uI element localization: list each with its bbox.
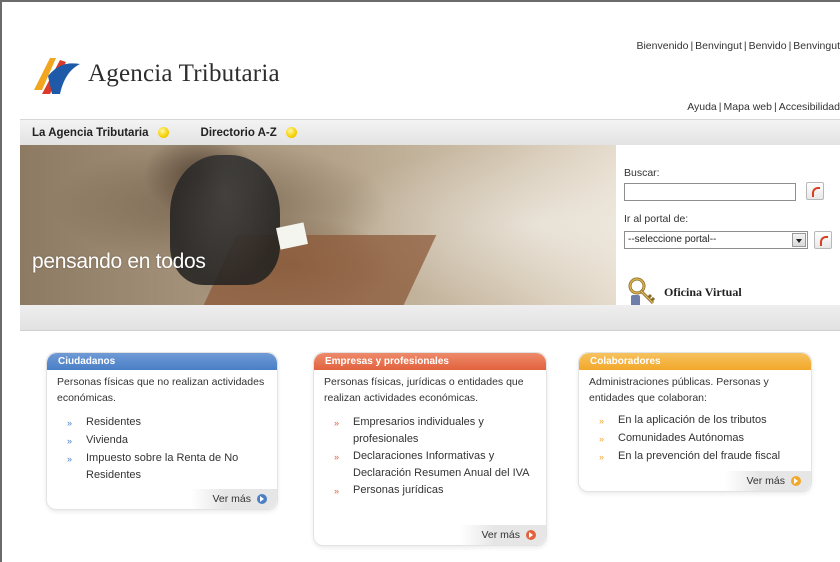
separator: | bbox=[743, 40, 747, 52]
list-item[interactable]: » En la aplicación de los tributos bbox=[595, 412, 803, 430]
list-item-label: Declaraciones Informativas y Declaración… bbox=[353, 450, 530, 479]
ver-mas-link[interactable]: Ver más bbox=[481, 529, 536, 541]
nav-item-directorio[interactable]: Directorio A-Z bbox=[201, 127, 297, 139]
ver-mas-label: Ver más bbox=[746, 475, 785, 487]
card-description: Personas físicas que no realizan activid… bbox=[57, 376, 265, 404]
card-list: » Empresarios individuales y profesionale… bbox=[314, 406, 546, 500]
card-empresas: Empresas y profesionales Personas física… bbox=[313, 352, 547, 546]
chevron-right-icon: » bbox=[67, 418, 73, 428]
card-list: » En la aplicación de los tributos » Comun… bbox=[579, 406, 811, 466]
list-item-label: En la prevención del fraude fiscal bbox=[618, 450, 781, 462]
list-item[interactable]: » Empresarios individuales y profesionale… bbox=[330, 414, 538, 448]
chevron-right-icon: » bbox=[334, 418, 340, 428]
mapa-web-link[interactable]: Mapa web bbox=[724, 101, 772, 113]
list-item[interactable]: » Comunidades Autónomas bbox=[595, 430, 803, 448]
keys-icon bbox=[626, 275, 660, 309]
sidebar: Buscar: Ir al portal de: --seleccione po… bbox=[616, 145, 840, 320]
lang-link-es[interactable]: Bienvenido bbox=[636, 40, 688, 52]
chevron-right-icon: » bbox=[67, 436, 73, 446]
dropdown-arrow-icon bbox=[792, 233, 806, 247]
arrow-circle-icon bbox=[257, 494, 267, 504]
chevron-right-icon: » bbox=[599, 416, 605, 426]
list-item[interactable]: » Vivienda bbox=[63, 432, 269, 450]
lang-link-gl[interactable]: Benvido bbox=[749, 40, 787, 52]
accesibilidad-link[interactable]: Accesibilidad bbox=[779, 101, 840, 113]
separator: | bbox=[773, 101, 777, 113]
card-colaboradores: Colaboradores Administraciones públicas.… bbox=[578, 352, 812, 492]
list-item-label: Empresarios individuales y profesionales bbox=[353, 416, 484, 445]
list-item-label: Residentes bbox=[86, 416, 142, 428]
card-ciudadanos: Ciudadanos Personas físicas que no reali… bbox=[46, 352, 278, 510]
nav-item-label: La Agencia Tributaria bbox=[32, 126, 149, 139]
yellow-dot-icon bbox=[157, 127, 169, 138]
card-title[interactable]: Empresas y profesionales bbox=[314, 353, 546, 370]
divider-bar bbox=[20, 305, 840, 331]
card-list: » Residentes » Vivienda » Impuesto sobre la… bbox=[47, 406, 277, 484]
list-item-label: Comunidades Autónomas bbox=[618, 432, 744, 444]
list-item-label: Vivienda bbox=[86, 434, 128, 446]
chevron-right-icon: » bbox=[599, 452, 605, 462]
ver-mas-link[interactable]: Ver más bbox=[212, 493, 267, 505]
nav-item-label: Directorio A-Z bbox=[200, 126, 277, 139]
list-item-label: Impuesto sobre la Renta de No Residentes bbox=[86, 452, 239, 481]
lang-link-ca[interactable]: Benvingut bbox=[695, 40, 742, 52]
ayuda-link[interactable]: Ayuda bbox=[687, 101, 717, 113]
separator: | bbox=[718, 101, 722, 113]
portal-label: Ir al portal de: bbox=[624, 213, 689, 225]
card-description: Administraciones públicas. Personas y en… bbox=[589, 376, 769, 404]
utility-links: Ayuda | Mapa web | Accesibilidad bbox=[687, 101, 840, 113]
ver-mas-link[interactable]: Ver más bbox=[746, 475, 801, 487]
card-title[interactable]: Ciudadanos bbox=[47, 353, 277, 370]
card-title[interactable]: Colaboradores bbox=[579, 353, 811, 370]
yellow-dot-icon bbox=[285, 127, 297, 138]
main-nav: La Agencia Tributaria Directorio A-Z bbox=[20, 119, 840, 145]
oficina-virtual-label: Oficina Virtual bbox=[664, 284, 742, 299]
chevron-right-icon: » bbox=[334, 452, 340, 462]
list-item[interactable]: » Declaraciones Informativas y Declaració… bbox=[330, 448, 538, 482]
site-logo[interactable]: Agencia Tributaria bbox=[30, 50, 280, 98]
ver-mas-label: Ver más bbox=[481, 529, 520, 541]
lang-link-va[interactable]: Benvingut bbox=[793, 40, 840, 52]
nav-item-agencia[interactable]: La Agencia Tributaria bbox=[32, 127, 169, 139]
logo-text: Agencia Tributaria bbox=[88, 60, 280, 87]
agencia-logo-icon bbox=[30, 50, 82, 98]
list-item-label: En la aplicación de los tributos bbox=[618, 414, 767, 426]
list-item[interactable]: » En la prevención del fraude fiscal bbox=[595, 448, 803, 466]
oficina-virtual-link[interactable]: Oficina Virtual bbox=[626, 275, 742, 309]
arrow-circle-icon bbox=[791, 476, 801, 486]
search-go-button[interactable] bbox=[806, 182, 824, 200]
portal-select-value: --seleccione portal-- bbox=[628, 234, 717, 245]
hero-caption: pensando en todos bbox=[32, 250, 206, 273]
card-description: Personas físicas, jurídicas o entidades … bbox=[324, 376, 524, 404]
search-input[interactable] bbox=[624, 183, 796, 201]
chevron-right-icon: » bbox=[599, 434, 605, 444]
ver-mas-label: Ver más bbox=[212, 493, 251, 505]
chevron-right-icon: » bbox=[67, 454, 73, 464]
portal-select[interactable]: --seleccione portal-- bbox=[624, 231, 808, 249]
portal-go-button[interactable] bbox=[814, 231, 832, 249]
list-item[interactable]: » Impuesto sobre la Renta de No Residente… bbox=[63, 450, 269, 484]
chevron-right-icon: » bbox=[334, 486, 340, 496]
search-label: Buscar: bbox=[624, 167, 660, 179]
hero-banner: pensando en todos bbox=[20, 145, 616, 305]
list-item-label: Personas jurídicas bbox=[353, 484, 444, 496]
list-item[interactable]: » Residentes bbox=[63, 414, 269, 432]
arrow-circle-icon bbox=[526, 530, 536, 540]
language-links: Bienvenido | Benvingut | Benvido | Benvingut bbox=[636, 40, 840, 52]
list-item[interactable]: » Personas jurídicas bbox=[330, 482, 538, 500]
